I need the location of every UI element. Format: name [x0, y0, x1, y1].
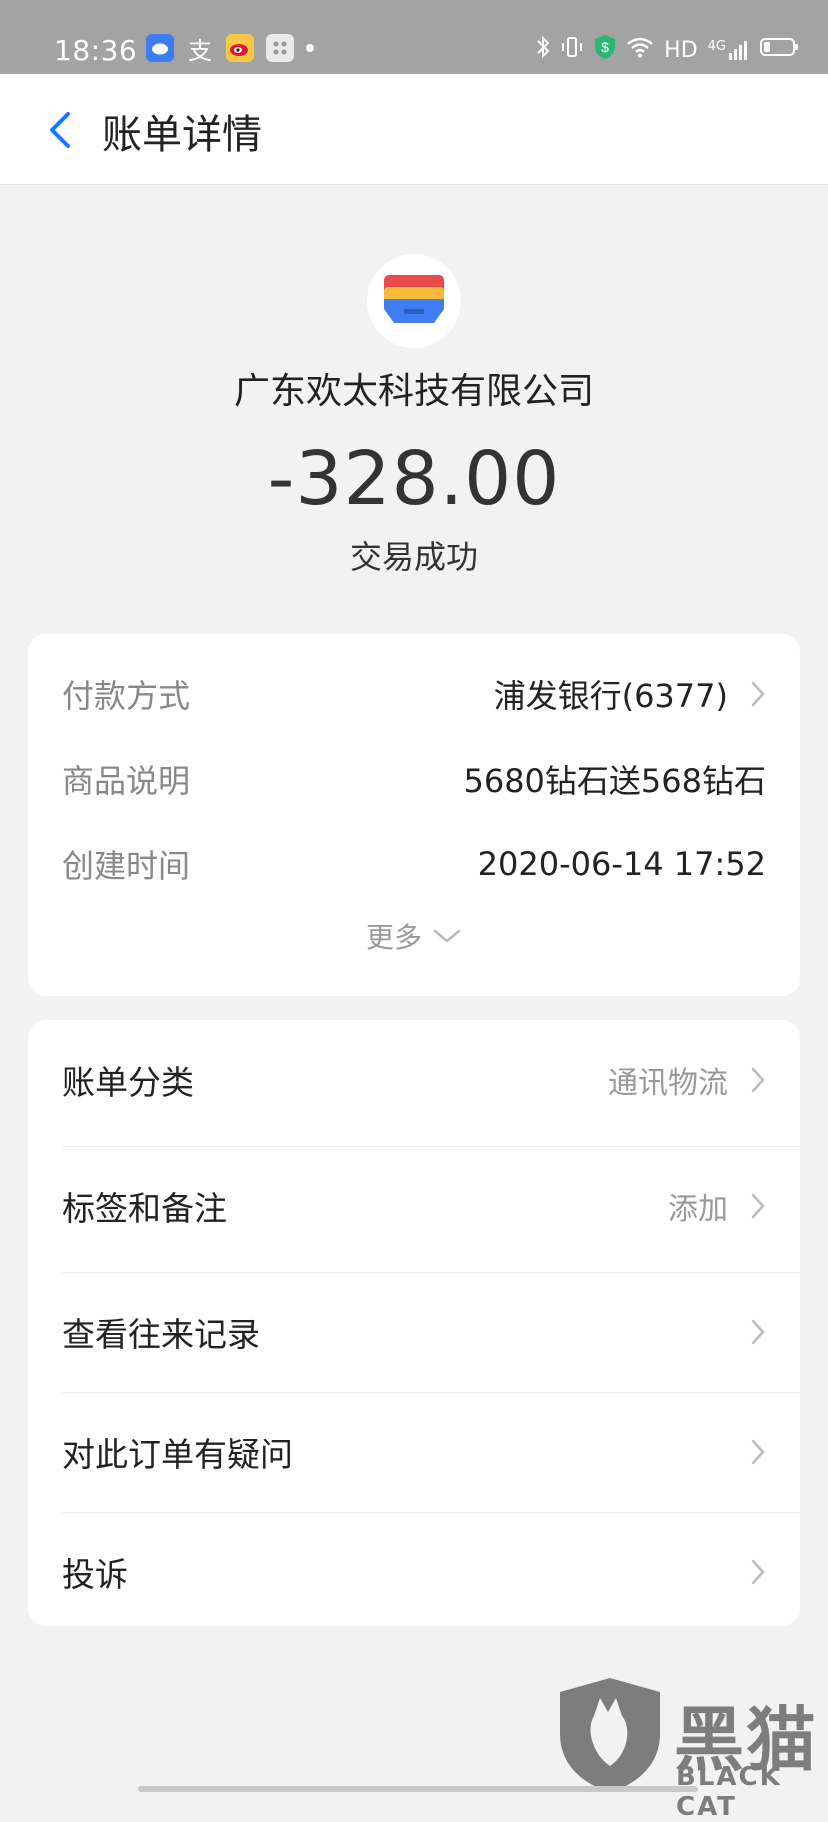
status-bar: 18:36 支 $ HD 4G	[0, 0, 828, 74]
more-button[interactable]: 更多	[28, 916, 800, 956]
cellular-type-label: 4G	[707, 39, 726, 54]
black-cat-shield-icon	[560, 1678, 660, 1792]
transaction-amount: -328.00	[267, 436, 561, 522]
alipay-icon: 支	[188, 36, 212, 65]
pattern-app-icon	[266, 34, 294, 62]
wifi-icon	[626, 36, 654, 64]
chevron-down-icon	[433, 929, 461, 943]
wallet-logo-icon	[384, 275, 444, 323]
bluetooth-icon	[536, 35, 550, 65]
watermark: 黑猫 BLACK CAT	[556, 1676, 828, 1822]
chevron-right-icon	[751, 1439, 765, 1465]
tags-notes-row[interactable]: 标签和备注 添加	[28, 1146, 800, 1266]
cloud-app-icon	[146, 34, 174, 62]
security-shield-icon: $	[594, 34, 616, 66]
view-history-row[interactable]: 查看往来记录	[28, 1272, 800, 1392]
vibrate-icon	[560, 35, 584, 65]
back-button[interactable]	[30, 100, 90, 160]
chevron-right-icon	[751, 1559, 765, 1585]
menu-label: 查看往来记录	[62, 1315, 260, 1354]
created-time-row: 创建时间 2020-06-14 17:52	[62, 839, 766, 889]
product-description-row: 商品说明 5680钻石送568钻石	[62, 754, 766, 804]
menu-label: 标签和备注	[62, 1189, 227, 1228]
page-title: 账单详情	[102, 112, 262, 158]
info-value: 2020-06-14 17:52	[477, 845, 766, 883]
info-label: 付款方式	[62, 677, 191, 715]
status-time: 18:36	[54, 34, 138, 67]
info-label: 商品说明	[62, 762, 191, 800]
menu-label: 投诉	[62, 1555, 128, 1594]
bill-category-row[interactable]: 账单分类 通讯物流	[28, 1020, 800, 1140]
complaint-row[interactable]: 投诉	[28, 1512, 800, 1632]
menu-value: 添加	[668, 1192, 728, 1227]
cellular-signal-icon: 4G	[708, 39, 750, 61]
info-value: 5680钻石送568钻石	[463, 762, 766, 800]
more-label: 更多	[365, 921, 422, 954]
menu-value: 通讯物流	[608, 1066, 728, 1101]
hd-indicator: HD	[664, 37, 698, 63]
info-label: 创建时间	[62, 847, 191, 885]
more-notifications-dot-icon	[306, 44, 314, 52]
info-value: 浦发银行(6377)	[493, 677, 728, 715]
menu-label: 对此订单有疑问	[62, 1435, 293, 1474]
chevron-right-icon	[751, 1193, 765, 1219]
chevron-right-icon	[751, 681, 765, 707]
transaction-status: 交易成功	[349, 538, 478, 576]
svg-text:$: $	[601, 39, 609, 55]
order-question-row[interactable]: 对此订单有疑问	[28, 1392, 800, 1512]
app-header: 账单详情	[0, 74, 828, 185]
notification-icons: 支	[146, 34, 314, 65]
menu-label: 账单分类	[62, 1063, 194, 1102]
home-indicator[interactable]	[138, 1786, 698, 1792]
detail-card: 付款方式 浦发银行(6377) 商品说明 5680钻石送568钻石 创建时间 2…	[28, 634, 800, 996]
actions-card: 账单分类 通讯物流 标签和备注 添加 查看往来记录 对此订单有疑问 投诉	[28, 1020, 800, 1626]
chevron-right-icon	[751, 1319, 765, 1345]
chevron-right-icon	[751, 1067, 765, 1093]
system-icons: $ HD 4G	[536, 34, 800, 66]
weibo-icon	[226, 34, 254, 62]
merchant-name: 广东欢太科技有限公司	[233, 371, 594, 412]
payment-method-row[interactable]: 付款方式 浦发银行(6377)	[62, 669, 766, 719]
battery-icon	[760, 36, 800, 64]
watermark-sub: BLACK CAT	[676, 1762, 782, 1822]
chevron-left-icon	[50, 112, 70, 148]
merchant-logo	[367, 254, 461, 348]
